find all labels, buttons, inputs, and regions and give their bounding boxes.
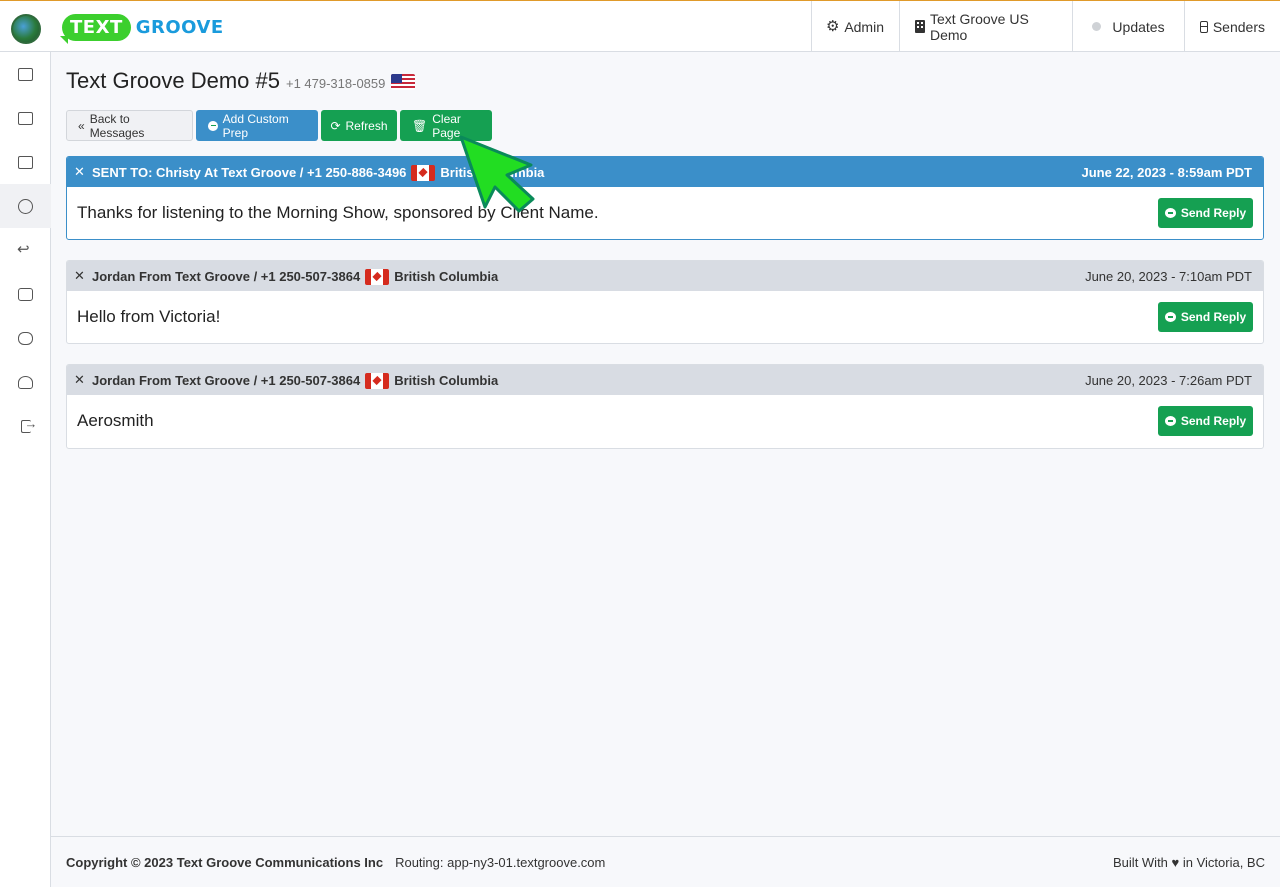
message-region: British Columbia — [394, 268, 499, 284]
footer-built-with: Built With ♥ in Victoria, BC — [1113, 855, 1265, 870]
canada-flag-icon — [365, 269, 390, 285]
send-reply-label: Send Reply — [1180, 414, 1247, 428]
nav-admin[interactable]: Admin — [811, 1, 899, 52]
sidebar — [0, 52, 51, 887]
compass-icon — [18, 198, 33, 214]
send-reply-button[interactable]: Send Reply — [1158, 406, 1253, 436]
canada-flag-icon — [365, 373, 390, 389]
send-reply-button[interactable]: Send Reply — [1158, 302, 1253, 332]
sidebar-item-logout[interactable] — [0, 404, 51, 448]
sidebar-item-user-settings[interactable] — [0, 360, 51, 404]
message-date: June 22, 2023 - 8:59am PDT — [1081, 164, 1252, 180]
contacts-icon — [18, 155, 33, 169]
globe-logo-icon[interactable] — [11, 14, 41, 44]
sidebar-item-columns[interactable] — [0, 96, 51, 140]
user-settings-icon — [18, 375, 33, 389]
top-bar: TEXT GROOVE Admin Text Groove US Demo Up… — [0, 1, 1280, 52]
message-icon — [18, 287, 33, 301]
message-sender: SENT TO: Christy At Text Groove / +1 250… — [92, 164, 407, 180]
message-body: Thanks for listening to the Morning Show… — [67, 187, 1263, 239]
message-text: Aerosmith — [77, 411, 154, 430]
footer-copyright: Copyright © 2023 Text Groove Communicati… — [66, 855, 384, 870]
refresh-icon: ⟳ — [330, 118, 341, 133]
message-header: ✕ Jordan From Text Groove / +1 250-507-3… — [67, 261, 1263, 291]
double-chevron-left-icon: « — [78, 118, 85, 133]
brand-badge: TEXT — [60, 13, 131, 44]
page-phone: +1 479-318-0859 — [285, 76, 386, 91]
sidebar-item-compass[interactable] — [0, 184, 51, 228]
send-reply-label: Send Reply — [1180, 310, 1247, 324]
close-icon[interactable]: ✕ — [73, 268, 86, 284]
message-sender: Jordan From Text Groove / +1 250-507-386… — [92, 268, 361, 284]
toolbar: « Back to Messages Add Custom Prep ⟳ Ref… — [66, 110, 492, 141]
chats-icon — [18, 331, 33, 345]
sidebar-item-scheduled[interactable] — [0, 228, 51, 272]
columns-icon — [18, 111, 33, 125]
us-flag-icon — [391, 74, 416, 90]
message-date: June 20, 2023 - 7:10am PDT — [1085, 268, 1252, 284]
send-reply-button[interactable]: Send Reply — [1158, 198, 1253, 228]
nav-updates[interactable]: Updates — [1072, 1, 1184, 52]
comment-icon — [208, 120, 218, 131]
nav-senders[interactable]: Senders — [1184, 1, 1280, 52]
message-sender: Jordan From Text Groove / +1 250-507-386… — [92, 372, 361, 388]
server-icon — [1200, 20, 1208, 33]
sms-icon — [1164, 312, 1176, 322]
sidebar-item-messages[interactable] — [0, 272, 51, 316]
nav-updates-label: Updates — [1112, 18, 1165, 35]
close-icon[interactable]: ✕ — [73, 372, 86, 388]
footer: Copyright © 2023 Text Groove Communicati… — [51, 836, 1280, 887]
pointer-arrow-icon — [459, 135, 535, 213]
reply-clock-icon — [17, 240, 33, 258]
message-body: Hello from Victoria! Send Reply — [67, 291, 1263, 343]
sms-icon — [1164, 208, 1176, 218]
refresh-button[interactable]: ⟳ Refresh — [321, 110, 397, 141]
nav-senders-label: Senders — [1212, 18, 1265, 35]
back-to-messages-label: Back to Messages — [89, 111, 145, 140]
add-custom-prep-button[interactable]: Add Custom Prep — [196, 110, 318, 141]
page-title-text: Text Groove Demo #5 — [66, 68, 280, 93]
message-card: ✕ Jordan From Text Groove / +1 250-507-3… — [66, 364, 1264, 449]
brand-name: GROOVE — [135, 16, 224, 38]
sms-icon — [1164, 416, 1176, 426]
close-icon[interactable]: ✕ — [73, 164, 86, 180]
message-card: ✕ SENT TO: Christy At Text Groove / +1 2… — [66, 156, 1264, 240]
status-dot-icon — [1092, 22, 1102, 31]
building-icon — [915, 20, 925, 33]
nav-organization[interactable]: Text Groove US Demo — [899, 1, 1072, 52]
canada-flag-icon — [411, 165, 436, 181]
main-content: Text Groove Demo #5 +1 479-318-0859 « Ba… — [51, 52, 1280, 836]
message-header: ✕ Jordan From Text Groove / +1 250-507-3… — [67, 365, 1263, 395]
message-body: Aerosmith Send Reply — [67, 395, 1263, 447]
nav-admin-label: Admin — [844, 18, 884, 35]
inbox-icon — [18, 67, 33, 81]
top-nav: Admin Text Groove US Demo Updates Sender… — [811, 1, 1280, 52]
trash-icon: 🗑 — [412, 118, 428, 133]
footer-routing: Routing: app-ny3-01.textgroove.com — [395, 855, 606, 870]
back-to-messages-button[interactable]: « Back to Messages — [66, 110, 193, 141]
nav-organization-label: Text Groove US Demo — [929, 10, 1029, 43]
message-header: ✕ SENT TO: Christy At Text Groove / +1 2… — [67, 157, 1263, 187]
sidebar-item-contacts[interactable] — [0, 140, 51, 184]
refresh-label: Refresh — [345, 118, 388, 133]
send-reply-label: Send Reply — [1180, 206, 1247, 220]
message-date: June 20, 2023 - 7:26am PDT — [1085, 372, 1252, 388]
add-custom-prep-label: Add Custom Prep — [222, 111, 289, 140]
sidebar-item-chats[interactable] — [0, 316, 51, 360]
message-region: British Columbia — [394, 372, 499, 388]
brand-logo[interactable]: TEXT GROOVE — [60, 11, 224, 44]
message-text: Hello from Victoria! — [77, 307, 221, 326]
message-card: ✕ Jordan From Text Groove / +1 250-507-3… — [66, 260, 1264, 344]
gear-icon — [826, 17, 840, 35]
logout-icon — [20, 416, 38, 433]
page-title: Text Groove Demo #5 +1 479-318-0859 — [66, 68, 416, 94]
sidebar-item-inbox[interactable] — [0, 52, 51, 96]
